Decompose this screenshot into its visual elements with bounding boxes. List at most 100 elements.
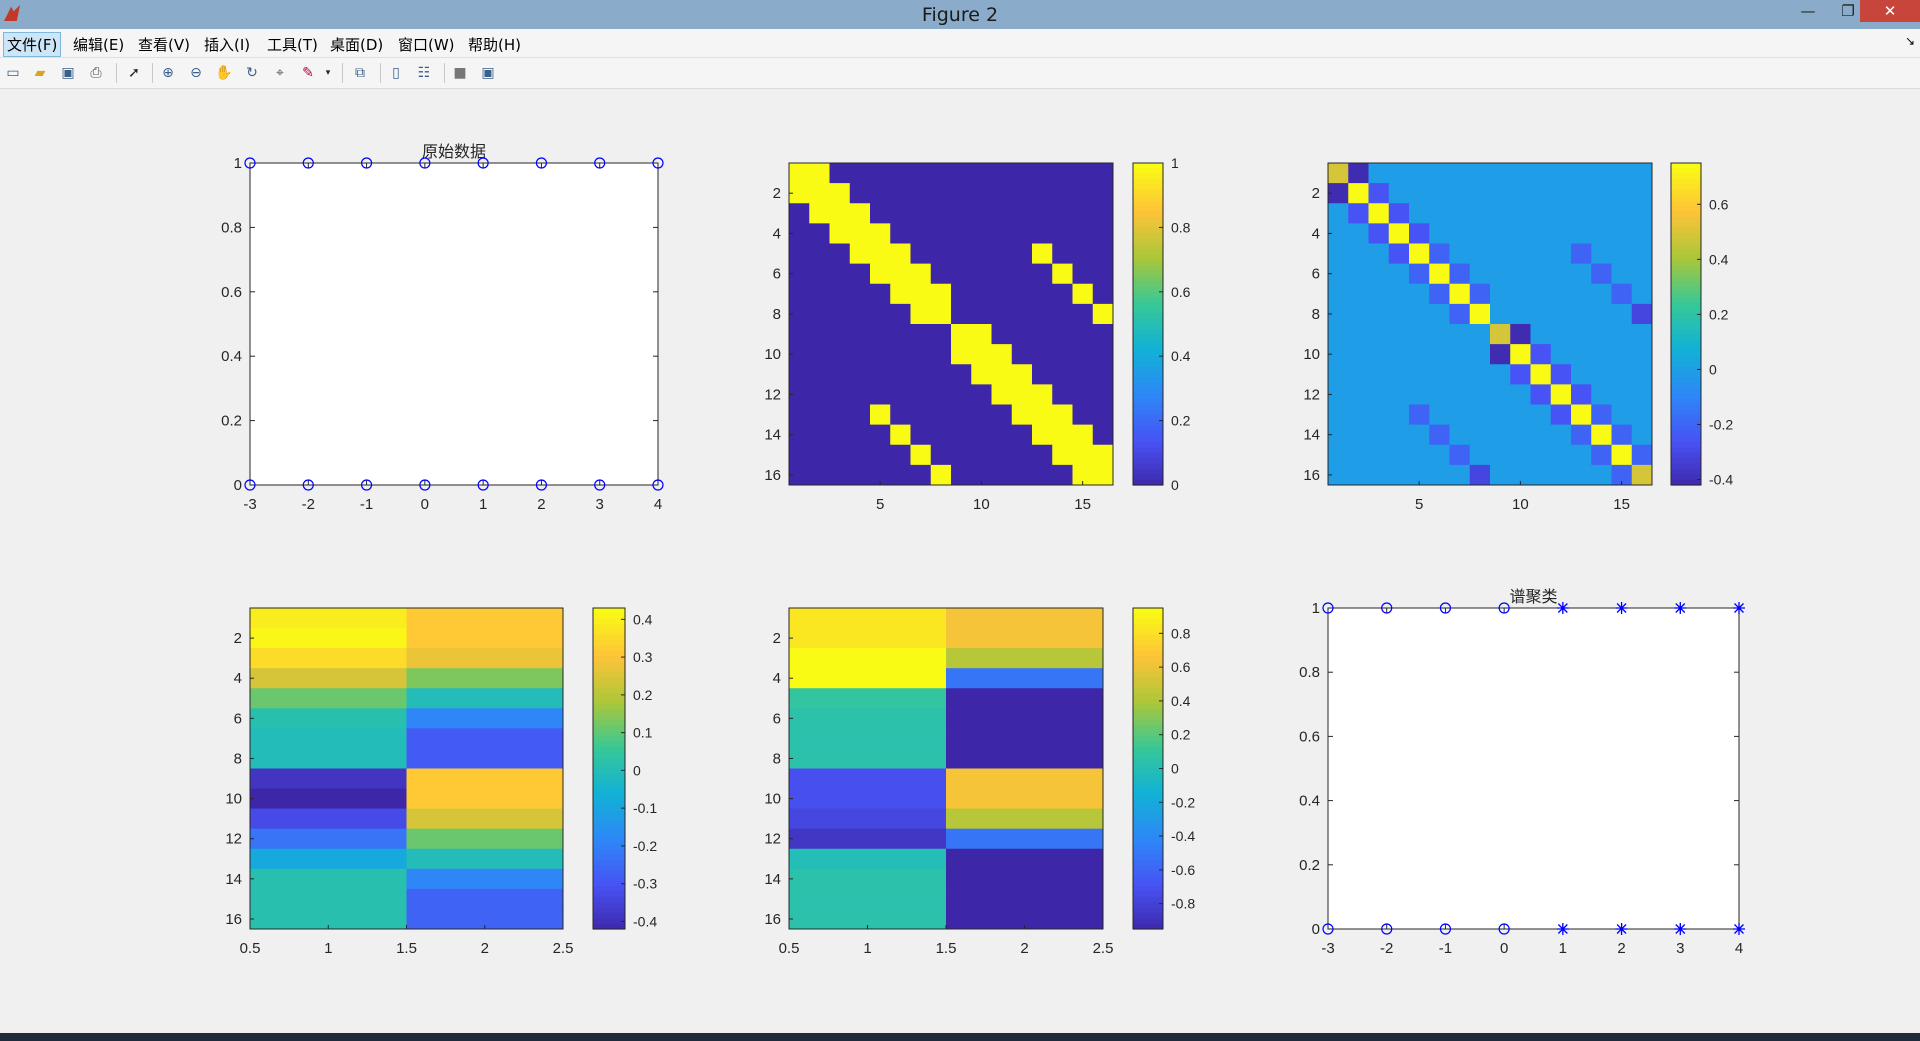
heatmap-cell (1011, 183, 1033, 204)
heatmap-cell (1591, 283, 1612, 305)
heatmap-cell (910, 203, 932, 224)
heatmap-cell (1328, 364, 1349, 385)
colorbar-tick-label: 0 (1709, 361, 1717, 377)
heatmap-cell (1348, 283, 1369, 305)
heatmap-cell (1530, 324, 1552, 345)
heatmap-cell (1368, 163, 1390, 184)
colorbar-segment (1671, 179, 1701, 186)
heatmap-cell (789, 283, 810, 305)
heatmap-cell (1368, 203, 1390, 224)
heatmap-cell (1490, 223, 1511, 244)
colorbar-segment (593, 656, 625, 663)
heatmap-cell (991, 223, 1013, 244)
colorbar-segment (1133, 704, 1163, 711)
heatmap-cell (1550, 404, 1572, 426)
heatmap-cell (849, 283, 871, 305)
colorbar-segment (1671, 297, 1701, 304)
heatmap-cell (829, 384, 851, 405)
heatmap-cell (1032, 404, 1053, 426)
colorbar-segment (593, 816, 625, 823)
heatmap-cell (991, 404, 1013, 426)
heatmap-cell (1469, 444, 1491, 466)
colorbar-segment (1133, 880, 1163, 887)
heatmap-cell (829, 163, 851, 184)
heatmap-cell (1550, 263, 1572, 285)
heatmap-cell (250, 808, 407, 830)
heatmap-cell (250, 748, 407, 769)
heatmap-cell (1611, 444, 1633, 466)
heatmap-cell (870, 324, 891, 345)
heatmap-cell (991, 384, 1013, 405)
heatmap-cell (1072, 223, 1094, 244)
heatmap-cell (1052, 464, 1073, 486)
heatmap-cell (829, 283, 851, 305)
heatmap-cell (1510, 444, 1531, 466)
heatmap-cell (809, 223, 830, 244)
y-tick-label: 6 (773, 266, 781, 283)
heatmap-cell (1368, 283, 1390, 305)
y-tick-label: 16 (764, 467, 781, 484)
colorbar-segment (1133, 238, 1163, 245)
heatmap-cell (1631, 203, 1653, 224)
heatmap-cell (971, 364, 992, 385)
heatmap-cell (951, 404, 972, 426)
x-tick-label: 5 (876, 496, 884, 513)
heatmap-cell (1348, 183, 1369, 204)
heatmap-cell (1571, 303, 1592, 325)
heatmap-cell (1011, 424, 1033, 446)
colorbar-segment (1671, 452, 1701, 459)
heatmap-cell (890, 283, 911, 305)
heatmap-cell (849, 344, 871, 365)
colorbar-segment (593, 645, 625, 652)
heatmap-cell (1348, 303, 1369, 325)
figure-canvas: -3 -2 -1 0 1 2 3 400.20.40.60.81原始数据24681012141… (221, 143, 1745, 957)
heatmap-cell (1611, 303, 1633, 325)
heatmap-cell (1429, 404, 1450, 426)
colorbar-segment (1671, 356, 1701, 363)
heatmap-cell (1611, 324, 1633, 345)
colorbar-segment (593, 912, 625, 919)
colorbar-tick-label: 0.4 (1171, 348, 1191, 364)
y-tick-label: 16 (1303, 467, 1320, 484)
colorbar-segment (1133, 286, 1163, 293)
heatmap-cell (1429, 364, 1450, 385)
heatmap-cell (1368, 303, 1390, 325)
colorbar-segment (1133, 912, 1163, 919)
heatmap-cell (951, 243, 972, 265)
colorbar-segment (1671, 468, 1701, 475)
heatmap-cell (809, 424, 830, 446)
x-tick-label: -1 (1439, 940, 1452, 957)
heatmap-cell (991, 364, 1013, 385)
heatmap-cell (1591, 163, 1612, 184)
y-tick-label: 4 (773, 225, 781, 242)
colorbar-segment (1671, 163, 1701, 169)
heatmap-cell (1611, 223, 1633, 244)
heatmap-cell (1469, 344, 1491, 365)
colorbar-segment (1671, 436, 1701, 443)
colorbar-segment (1133, 693, 1163, 700)
heatmap-cell (1092, 243, 1114, 265)
colorbar-segment (1671, 463, 1701, 470)
heatmap-cell (1510, 404, 1531, 426)
heatmap-cell (890, 364, 911, 385)
colorbar-segment (593, 859, 625, 866)
colorbar-segment (593, 805, 625, 812)
heatmap-cell (789, 444, 810, 466)
colorbar-segment (593, 693, 625, 700)
heatmap-cell (1052, 303, 1073, 325)
heatmap-cell (1571, 344, 1592, 365)
heatmap-cell (1032, 303, 1053, 325)
colorbar-segment (1133, 805, 1163, 812)
x-tick-label: 5 (1415, 496, 1423, 513)
colorbar-segment (593, 902, 625, 909)
heatmap-cell (971, 444, 992, 466)
colorbar-segment (1671, 425, 1701, 432)
heatmap-cell (1550, 163, 1572, 184)
heatmap-cell (406, 668, 564, 689)
colorbar-segment (1133, 768, 1163, 775)
heatmap-cell (1429, 243, 1450, 265)
colorbar-segment (1671, 447, 1701, 454)
heatmap-cell (1409, 243, 1430, 265)
heatmap-cell (1388, 263, 1410, 285)
heatmap-cell (1092, 163, 1114, 184)
